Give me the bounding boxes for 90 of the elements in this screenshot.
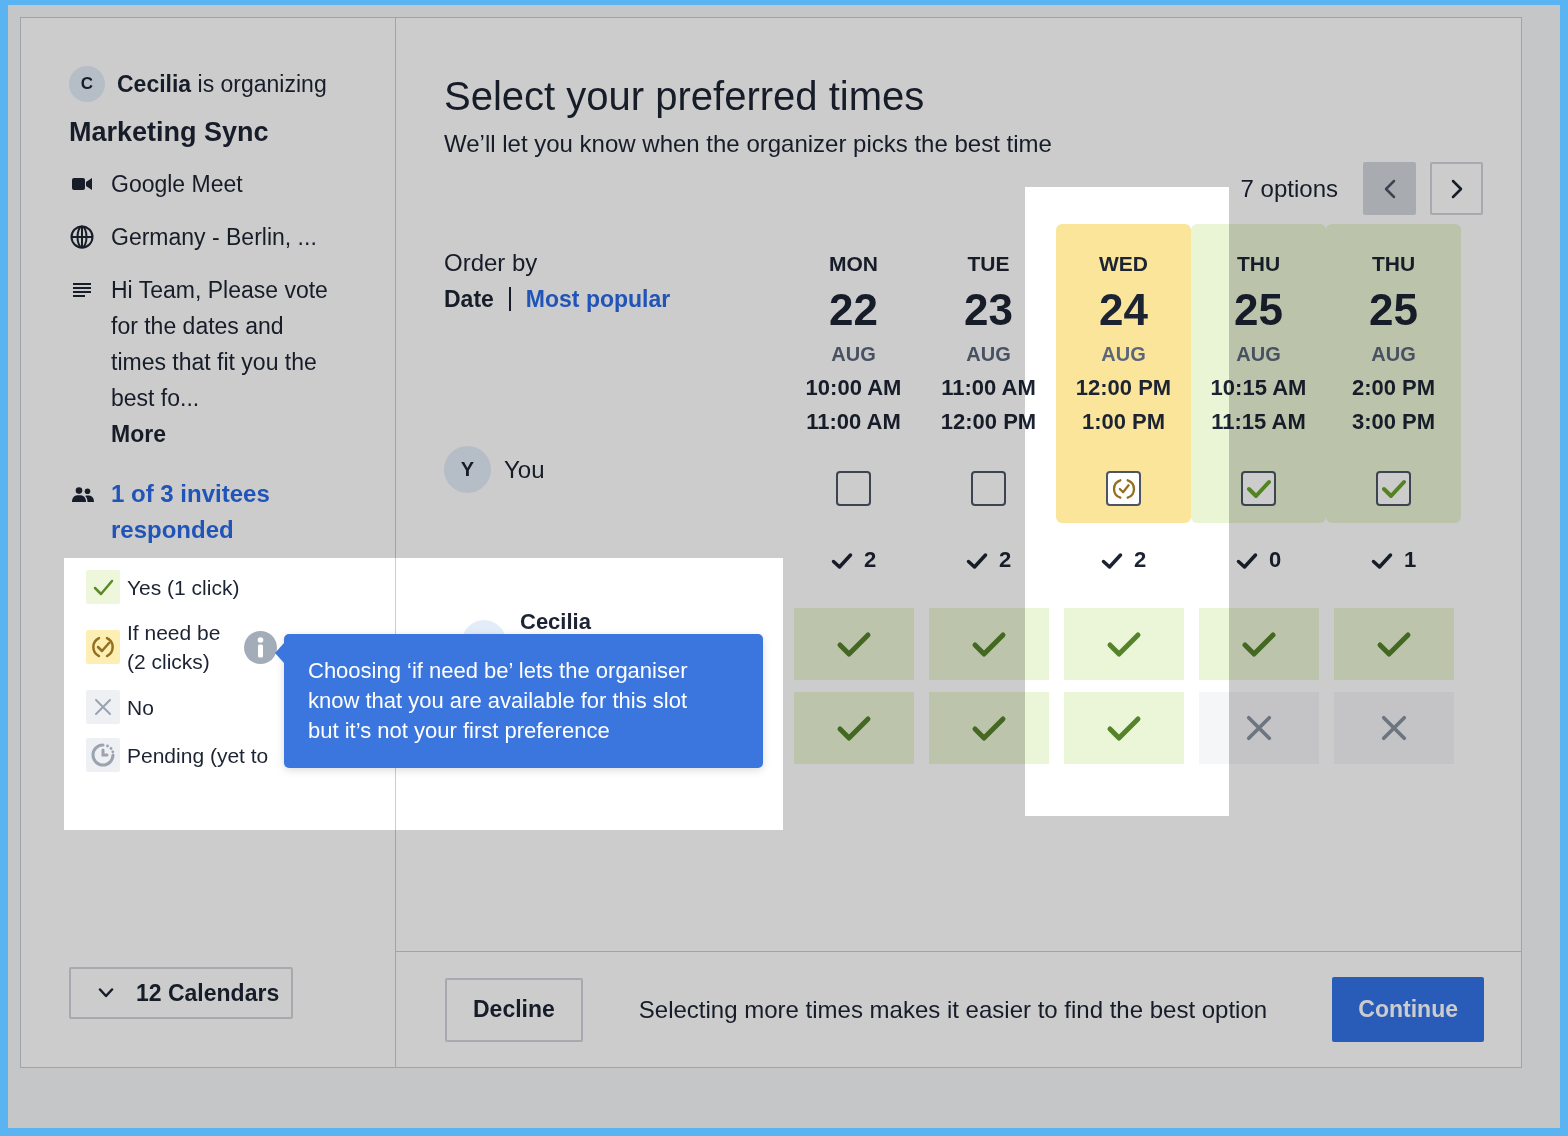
- check-icon: [965, 552, 988, 570]
- check-icon: [1235, 552, 1258, 570]
- end-time: 1:00 PM: [1081, 408, 1166, 436]
- weekday-label: WED: [1099, 252, 1148, 276]
- check-icon: [970, 714, 1007, 742]
- start-time: 10:15 AM: [1210, 374, 1307, 402]
- avatar: C: [69, 66, 105, 102]
- end-time: 3:00 PM: [1351, 408, 1436, 436]
- end-time: 11:00 AM: [806, 408, 901, 436]
- weekday-label: TUE: [967, 252, 1010, 276]
- hint-text: Selecting more times makes it easier to find the best option: [638, 995, 1268, 1024]
- vote-count: 2: [1133, 546, 1147, 574]
- month-label: AUG: [1101, 342, 1146, 366]
- people-icon: [72, 486, 94, 502]
- chevron-right-icon: [1450, 178, 1463, 199]
- check-icon: [1381, 477, 1406, 500]
- checkbox[interactable]: [1106, 471, 1141, 506]
- day-number: 22: [829, 286, 878, 334]
- options-count: 7 options: [1240, 174, 1338, 203]
- tooltip: Choosing ‘if need be’ lets the organiser know that you are available for this slot but it’s not your first preference: [275, 634, 763, 768]
- day-number: 24: [1099, 286, 1148, 334]
- invitees-link[interactable]: 1 of 3 invitees responded: [111, 476, 351, 548]
- sort-option[interactable]: Date: [444, 281, 494, 317]
- participant-name: You: [504, 455, 545, 484]
- clock-icon: [86, 738, 120, 772]
- check-icon: [1370, 552, 1393, 570]
- checkbox[interactable]: [1241, 471, 1276, 506]
- check-icon: [970, 630, 1007, 658]
- checkbox[interactable]: [836, 471, 871, 506]
- calendars-button[interactable]: 12 Calendars: [69, 967, 293, 1019]
- checkbox[interactable]: [1376, 471, 1411, 506]
- legend-label: Pending (yet to: [127, 742, 269, 769]
- vote-count: 0: [1268, 546, 1282, 574]
- day-number: 23: [964, 286, 1013, 334]
- month-label: AUG: [1371, 342, 1416, 366]
- month-label: AUG: [1236, 342, 1281, 366]
- text-lines-icon: [73, 283, 91, 297]
- page-subtitle: We’ll let you know when the organizer picks the best time: [444, 129, 1053, 159]
- detail-text: Google Meet: [111, 170, 243, 199]
- weekday-label: THU: [1236, 252, 1281, 276]
- continue-button[interactable]: Continue: [1332, 977, 1484, 1042]
- cross-icon: [1379, 714, 1408, 742]
- day-number: 25: [1369, 286, 1418, 334]
- circled-check-icon: [86, 630, 120, 664]
- start-time: 11:00 AM: [941, 374, 1036, 402]
- more-link[interactable]: More: [111, 416, 166, 452]
- check-icon: [86, 570, 120, 604]
- order-by-label: Order by: [444, 248, 538, 278]
- chevron-left-icon: [1383, 178, 1396, 199]
- month-label: AUG: [966, 342, 1011, 366]
- start-time: 2:00 PM: [1351, 374, 1436, 402]
- cross-icon: [86, 690, 120, 724]
- description-text: Hi Team, Please vote for the dates and times that fit you the best fo...: [111, 276, 328, 413]
- check-icon: [1240, 630, 1277, 658]
- vote-count: 2: [998, 546, 1012, 574]
- day-number: 25: [1234, 286, 1283, 334]
- weekday-label: MON: [829, 252, 878, 276]
- page-title: Select your preferred times: [444, 73, 926, 120]
- avatar: Y: [444, 446, 491, 493]
- detail-text: Germany - Berlin, ...: [111, 223, 317, 252]
- start-time: 12:00 PM: [1075, 374, 1172, 402]
- globe-icon: [70, 225, 94, 249]
- check-icon: [1375, 630, 1412, 658]
- participant-name: Cecilia: [520, 611, 591, 633]
- check-icon: [1105, 630, 1142, 658]
- legend-label: No: [127, 694, 154, 721]
- month-label: AUG: [831, 342, 876, 366]
- circled-check-icon: [1111, 477, 1136, 500]
- sort-option[interactable]: Most popular: [525, 281, 671, 317]
- check-icon: [1100, 552, 1123, 570]
- check-icon: [835, 630, 872, 658]
- weekday-label: THU: [1371, 252, 1416, 276]
- check-icon: [1105, 714, 1142, 742]
- video-camera-icon: [72, 177, 92, 191]
- legend-label: If need be (2 clicks): [127, 620, 222, 675]
- checkbox[interactable]: [971, 471, 1006, 506]
- vote-count: 1: [1403, 546, 1417, 574]
- organizer-text: Cecilia is organizing: [117, 70, 327, 99]
- check-icon: [830, 552, 853, 570]
- decline-button[interactable]: Decline: [445, 977, 583, 1042]
- start-time: 10:00 AM: [805, 374, 902, 402]
- end-time: 12:00 PM: [940, 408, 1037, 436]
- legend-label: Yes (1 click): [127, 574, 240, 601]
- cross-icon: [1244, 714, 1273, 742]
- check-icon: [835, 714, 872, 742]
- check-icon: [1246, 477, 1271, 500]
- end-time: 11:15 AM: [1211, 408, 1306, 436]
- event-title: Marketing Sync: [69, 116, 269, 149]
- vote-count: 2: [863, 546, 877, 574]
- chevron-down-icon: [98, 988, 114, 998]
